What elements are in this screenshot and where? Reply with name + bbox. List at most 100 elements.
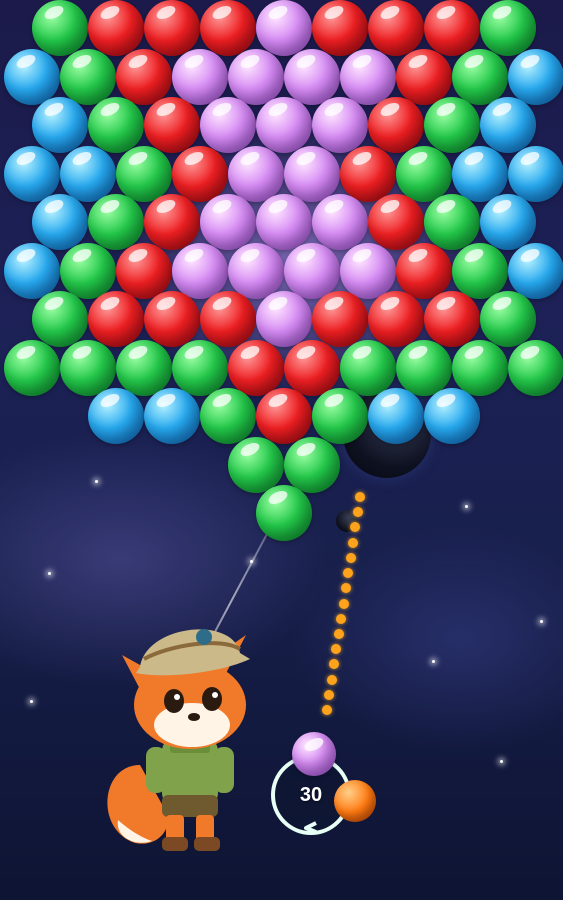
bubble-purple [228,145,284,202]
bubble-purple [172,242,228,299]
star [95,480,98,483]
bubble-purple [256,97,312,153]
star [48,572,51,575]
bubble-blue [508,145,563,202]
bubble-blue [508,48,563,105]
aim-dot [336,613,347,624]
bubble-blue [88,388,144,444]
bubble-blue [480,97,536,153]
bubble-green [32,0,88,56]
aim-dot [333,628,344,639]
aim-dot [326,674,337,685]
bubble-green [480,291,536,347]
bubble-blue [424,388,480,444]
aim-dot [340,583,351,594]
aim-dot [338,598,349,609]
bubble-red [424,291,480,347]
bubble-green [508,339,563,396]
bubble-purple [200,194,256,250]
bubble-red [396,48,452,105]
bubble-red [368,97,424,153]
bubble-red [424,0,480,56]
bubble-red [284,339,340,396]
bubble-red [200,0,256,56]
bubble-green [396,339,452,396]
bubble-blue [368,388,424,444]
bubble-purple [228,48,284,105]
bubble-blue [32,194,88,250]
bubble-green [396,145,452,202]
bubble-green [88,194,144,250]
current-bubble [292,732,336,776]
bubble-red [368,291,424,347]
bubble-red [340,145,396,202]
bubble-red [88,0,144,56]
bubble-red [144,291,200,347]
bubble-red [172,145,228,202]
bubble-green [88,97,144,153]
star [432,660,435,663]
bubble-purple [172,48,228,105]
bubble-red [368,194,424,250]
aim-dot [324,689,335,700]
bubble-red [368,0,424,56]
bubble-blue [60,145,116,202]
game-board[interactable]: 30 [0,0,563,900]
bubble-green [480,0,536,56]
bubble-green [228,436,284,493]
bubble-green [424,194,480,250]
bubble-blue [508,242,563,299]
bubble-green [312,388,368,444]
bubble-green [256,485,312,541]
bubble-blue [4,242,60,299]
aim-dot [329,659,340,670]
bubble-green [60,48,116,105]
bubble-red [396,242,452,299]
bubble-red [200,291,256,347]
aim-dot [350,522,361,533]
bubble-red [144,0,200,56]
bubble-purple [284,242,340,299]
bubble-red [144,194,200,250]
bubble-purple [284,48,340,105]
bubble-green [4,339,60,396]
bubble-red [228,339,284,396]
bubble-purple [256,194,312,250]
bubble-blue [4,145,60,202]
aim-dot [345,552,356,563]
bubble-red [312,291,368,347]
bubble-purple [340,242,396,299]
aim-dot [347,537,358,548]
bubble-purple [228,242,284,299]
bubble-green [452,339,508,396]
bubble-green [340,339,396,396]
aim-dot [352,507,363,518]
bubble-green [116,145,172,202]
bubble-green [172,339,228,396]
bubble-purple [284,145,340,202]
aim-dot [343,568,354,579]
aim-dot [331,644,342,655]
bubble-green [452,242,508,299]
bubble-green [116,339,172,396]
bubble-red [312,0,368,56]
bubble-red [256,388,312,444]
bubble-purple [312,97,368,153]
bubble-green [60,339,116,396]
next-bubble[interactable] [334,780,376,822]
bubble-red [144,97,200,153]
star [30,700,33,703]
bubble-purple [340,48,396,105]
bubble-green [200,388,256,444]
bubble-blue [4,48,60,105]
fox-mascot [107,629,250,851]
bubble-green [452,48,508,105]
bubble-blue [452,145,508,202]
bubble-purple [200,97,256,153]
bubble-green [424,97,480,153]
bubble-blue [480,194,536,250]
star [540,620,543,623]
bubble-purple [256,291,312,347]
aim-dot [355,492,365,502]
bubble-green [32,291,88,347]
